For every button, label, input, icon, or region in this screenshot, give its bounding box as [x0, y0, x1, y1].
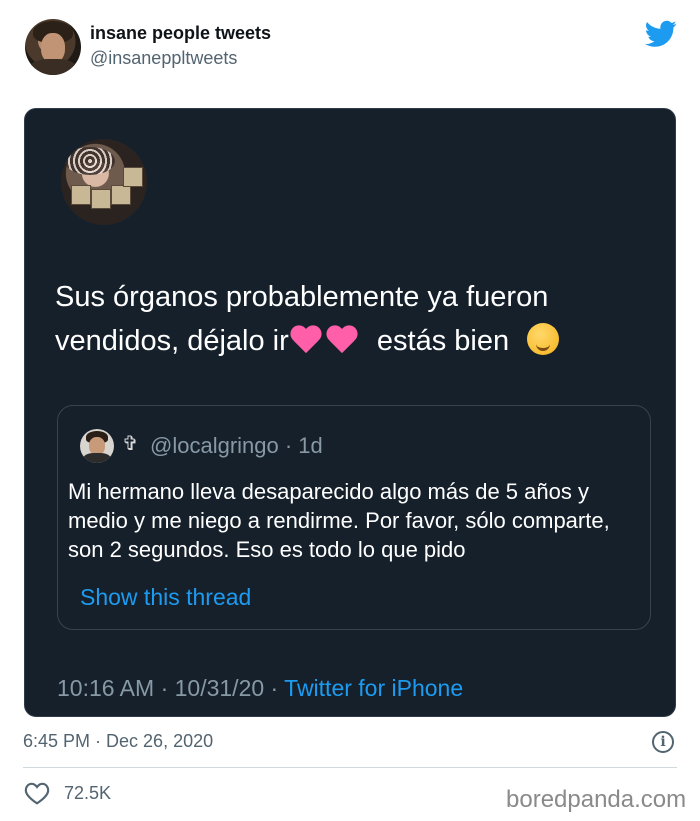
drooling-face-emoji-icon [527, 323, 560, 355]
show-thread-link[interactable]: Show this thread [80, 584, 251, 611]
tweet-text-line2-end: estás bien [376, 325, 510, 357]
tweet-time[interactable]: 10:16 AM · 10/31/20 · [57, 675, 284, 701]
like-heart-icon[interactable] [24, 781, 50, 805]
info-icon[interactable]: i [652, 731, 674, 753]
quoted-tweet[interactable]: ✞ @localgringo · 1d Mi hermano lleva des… [57, 405, 651, 630]
tweet-text: Sus órganos probablemente ya fueron vend… [55, 275, 655, 363]
quoted-author-avatar[interactable] [80, 429, 114, 463]
cross-icon: ✞ [122, 431, 139, 455]
divider [23, 767, 677, 768]
tweet-text-line2-start: vendidos, déjalo ir [55, 325, 289, 357]
heart-emoji-icon [289, 324, 323, 354]
quoted-tweet-text: Mi hermano lleva desaparecido algo más d… [68, 479, 610, 562]
like-count: 72.5K [64, 783, 112, 803]
twitter-bird-icon[interactable] [645, 20, 677, 48]
tweet-meta: 10:16 AM · 10/31/20 · Twitter for iPhone [57, 675, 463, 702]
author-name[interactable]: insane people tweets [90, 23, 271, 44]
tweet-source-link[interactable]: Twitter for iPhone [284, 675, 463, 701]
tweet-author-avatar[interactable] [61, 139, 147, 225]
quoted-author-handle[interactable]: @localgringo · 1d [150, 433, 323, 459]
heart-emoji-icon [325, 324, 359, 354]
tweet-text-line1: Sus órganos probablemente ya fueron [55, 281, 549, 313]
author-avatar[interactable] [25, 19, 81, 75]
watermark: boredpanda.com [506, 786, 687, 813]
author-handle[interactable]: @insanepp​ltweets [90, 48, 237, 69]
post-timestamp[interactable]: 6:45 PM · Dec 26, 2020 [23, 731, 213, 752]
embedded-tweet-card[interactable]: Sus órganos probablemente ya fueron vend… [24, 108, 676, 717]
